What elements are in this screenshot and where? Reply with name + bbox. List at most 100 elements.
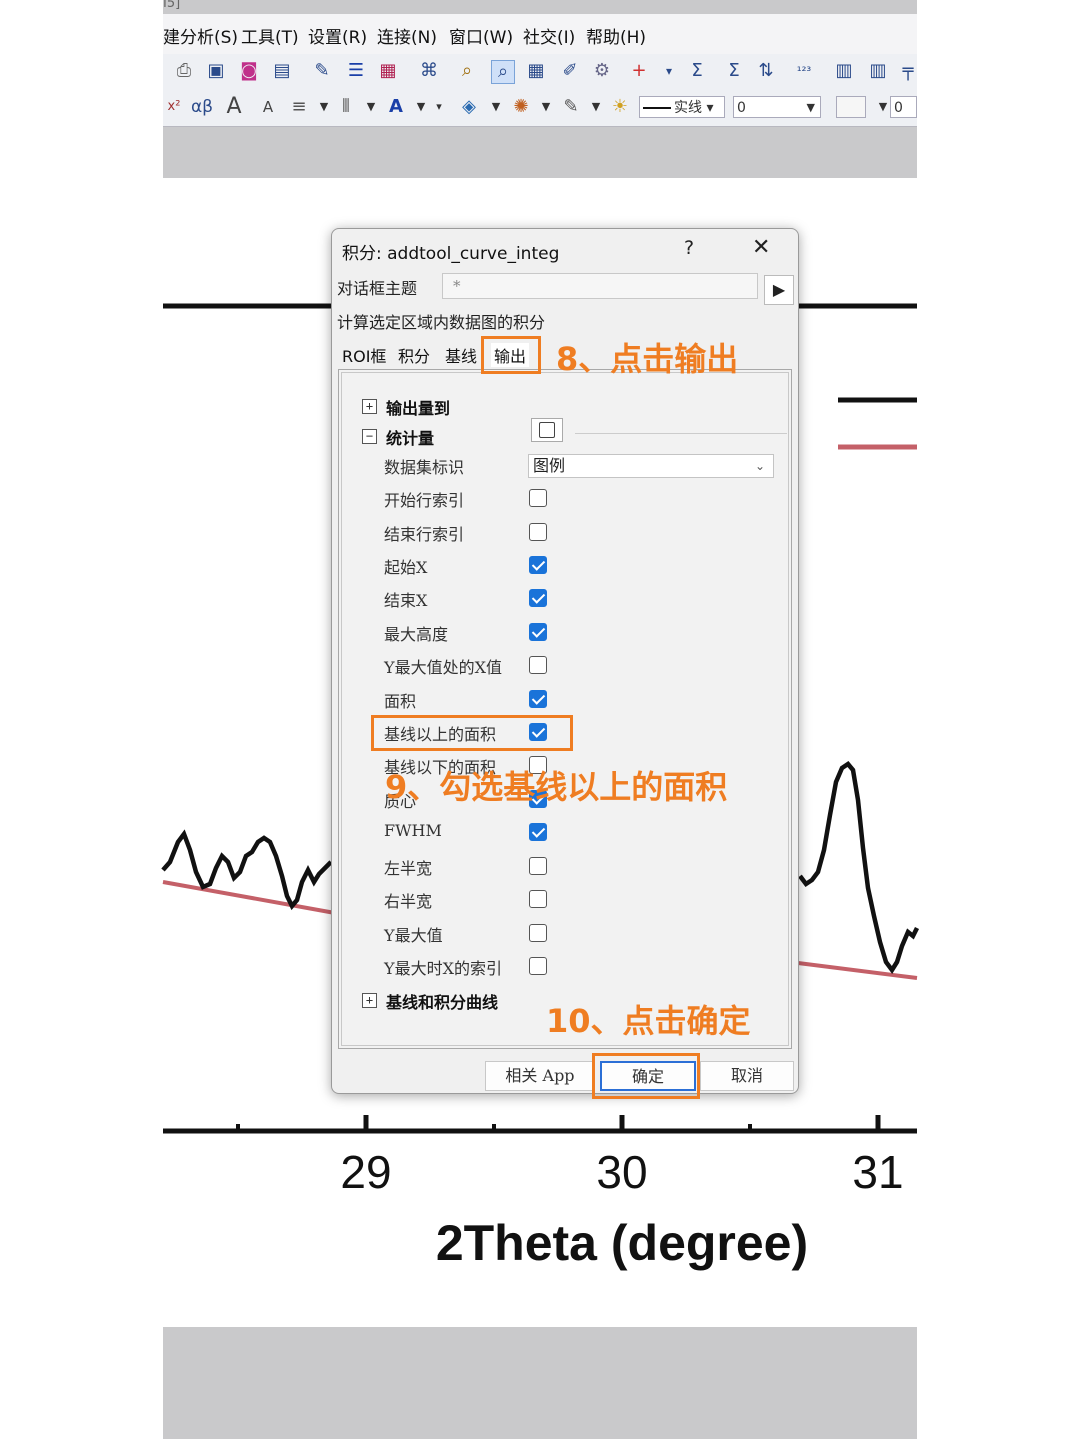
pen-icon[interactable]: ✎ bbox=[560, 96, 582, 118]
align-left-icon[interactable]: ≡ bbox=[288, 96, 310, 118]
font-color-icon[interactable]: A bbox=[385, 96, 407, 118]
play-icon: ▶ bbox=[772, 280, 786, 299]
column-chart-icon[interactable]: ▥ bbox=[867, 60, 889, 82]
row-label: Y最大值 bbox=[384, 926, 443, 945]
end-x-checkbox[interactable] bbox=[529, 589, 547, 607]
zoom-icon[interactable]: ⌕ bbox=[456, 60, 478, 82]
window-icon[interactable]: ▣ bbox=[205, 60, 227, 82]
notes-icon[interactable]: ✎ bbox=[311, 60, 333, 82]
tab-integrate[interactable]: 积分 bbox=[398, 343, 430, 367]
fwhm-checkbox[interactable] bbox=[529, 823, 547, 841]
pattern-icon[interactable]: ⦀ bbox=[335, 96, 357, 118]
menu-help[interactable]: 帮助(H) bbox=[586, 23, 646, 48]
chevron-down-icon[interactable]: ▼ bbox=[360, 96, 382, 118]
start-x-checkbox[interactable] bbox=[529, 556, 547, 574]
app-chrome-bottom bbox=[163, 1327, 917, 1439]
dataset-value: 图例 bbox=[533, 456, 566, 475]
menu-tools[interactable]: 工具(T) bbox=[241, 23, 299, 48]
greek-icon[interactable]: αβ bbox=[187, 96, 217, 118]
help-button[interactable]: ? bbox=[684, 237, 694, 259]
stats-toggle[interactable] bbox=[531, 418, 563, 442]
formula-icon[interactable]: ✐ bbox=[559, 60, 581, 82]
step10-annotation: 10、点击确定 bbox=[546, 1002, 751, 1040]
row-label: 结束行索引 bbox=[384, 525, 465, 544]
output-to-node[interactable]: 输出量到 bbox=[386, 395, 450, 419]
xrd-curve-right bbox=[798, 761, 920, 974]
layers-icon[interactable]: ☰ bbox=[345, 60, 367, 82]
chevron-down-icon[interactable]: ▾ bbox=[658, 60, 680, 82]
row-label: 面积 bbox=[384, 692, 417, 711]
dialog-title: 积分: addtool_curve_integ bbox=[342, 244, 560, 264]
theme-input[interactable]: * bbox=[442, 273, 758, 299]
related-app-button[interactable]: 相关 App bbox=[485, 1061, 595, 1091]
dataset-select[interactable]: 图例 ⌄ bbox=[528, 454, 774, 478]
collapse-icon[interactable]: − bbox=[362, 429, 377, 444]
line-width-value: 0 bbox=[737, 100, 746, 116]
left-half-width-checkbox[interactable] bbox=[529, 857, 547, 875]
row-label: 结束X bbox=[384, 591, 428, 610]
fill-color-icon[interactable]: ◈ bbox=[458, 96, 480, 118]
ymax-x-index-checkbox[interactable] bbox=[529, 957, 547, 975]
end-row-checkbox[interactable] bbox=[529, 523, 547, 541]
line-style-value: 实线 bbox=[674, 100, 702, 116]
font-smaller-icon[interactable]: A bbox=[257, 96, 279, 118]
curves-node[interactable]: 基线和积分曲线 bbox=[386, 989, 498, 1013]
hierarchy-icon[interactable]: ⌘ bbox=[418, 60, 440, 82]
numbering-icon[interactable]: ¹²³ bbox=[793, 60, 815, 82]
line-width-select[interactable]: 0 ▼ bbox=[733, 96, 821, 118]
film-icon[interactable]: ▤ bbox=[271, 60, 293, 82]
add-column-icon[interactable]: + bbox=[628, 60, 650, 82]
menu-connect[interactable]: 连接(N) bbox=[377, 23, 437, 48]
palette-icon[interactable]: ✺ bbox=[510, 96, 532, 118]
menu-settings[interactable]: 设置(R) bbox=[308, 23, 367, 48]
sort-icon[interactable]: ⇅ bbox=[755, 60, 777, 82]
boxplot-icon[interactable]: ╤ bbox=[897, 60, 917, 82]
toolbar-overflow-icon[interactable]: ▾ bbox=[428, 96, 450, 118]
light-icon[interactable]: ☀ bbox=[609, 96, 631, 118]
menu-analysis[interactable]: 建分析(S) bbox=[163, 23, 238, 48]
app-chrome-top: I5] 建分析(S) 工具(T) 设置(R) 连接(N) 窗口(W) 社交(I)… bbox=[163, 0, 917, 178]
row-label: 开始行索引 bbox=[384, 491, 465, 510]
menu-social[interactable]: 社交(I) bbox=[523, 23, 575, 48]
color-swatch[interactable] bbox=[836, 96, 866, 118]
step8-annotation: 8、点击输出 bbox=[556, 340, 739, 378]
print-icon[interactable]: ⎙ bbox=[173, 60, 195, 82]
expand-icon[interactable]: + bbox=[362, 399, 377, 414]
menu-window[interactable]: 窗口(W) bbox=[449, 23, 513, 48]
theme-menu-button[interactable]: ▶ bbox=[764, 275, 794, 305]
cancel-button[interactable]: 取消 bbox=[700, 1061, 794, 1091]
stats-node[interactable]: 统计量 bbox=[386, 425, 434, 449]
ymax-checkbox[interactable] bbox=[529, 924, 547, 942]
graph-icon[interactable]: ◙ bbox=[238, 60, 260, 82]
row-label: FWHM bbox=[384, 821, 442, 840]
toolbar-format: x² αβ A A ≡ ▼ ⦀ ▼ A ▼ ▾ ◈ ▼ ✺ ▼ ✎ ▼ ☀ 实线… bbox=[163, 90, 917, 127]
chevron-down-icon[interactable]: ▼ bbox=[313, 96, 335, 118]
start-row-checkbox[interactable] bbox=[529, 489, 547, 507]
bar-chart-icon[interactable]: ▥ bbox=[833, 60, 855, 82]
gear-icon[interactable]: ⚙ bbox=[591, 60, 613, 82]
right-half-width-checkbox[interactable] bbox=[529, 890, 547, 908]
sum-icon[interactable]: Σ bbox=[686, 60, 708, 82]
line-sample-icon bbox=[643, 107, 671, 109]
divider bbox=[575, 433, 787, 434]
toolbar-standard: ⎙ ▣ ◙ ▤ ✎ ☰ ▦ ⌘ ⌕ ⌕ ▦ ✐ ⚙ + ▾ Σ Σ ⇅ ¹²³ … bbox=[163, 54, 917, 90]
data-reader-icon[interactable]: ⌕ bbox=[491, 60, 515, 84]
tab-roi[interactable]: ROI框 bbox=[342, 343, 386, 367]
table-icon[interactable]: ▦ bbox=[525, 60, 547, 82]
chevron-down-icon[interactable]: ▼ bbox=[585, 96, 607, 118]
chevron-down-icon[interactable]: ▼ bbox=[485, 96, 507, 118]
max-height-checkbox[interactable] bbox=[529, 623, 547, 641]
size-select[interactable]: 0 bbox=[890, 96, 917, 118]
expand-icon[interactable]: + bbox=[362, 993, 377, 1008]
tab-baseline[interactable]: 基线 bbox=[445, 343, 477, 367]
font-larger-icon[interactable]: A bbox=[223, 96, 245, 118]
x-tick-label-29: 29 bbox=[340, 1146, 391, 1198]
superscript-icon[interactable]: x² bbox=[163, 96, 185, 118]
stats-icon[interactable]: Σ bbox=[723, 60, 745, 82]
chevron-down-icon[interactable]: ▼ bbox=[535, 96, 557, 118]
line-style-select[interactable]: 实线 ▾ bbox=[639, 96, 725, 118]
x-at-ymax-checkbox[interactable] bbox=[529, 656, 547, 674]
close-button[interactable]: ✕ bbox=[752, 235, 770, 260]
sheet-icon[interactable]: ▦ bbox=[377, 60, 399, 82]
area-checkbox[interactable] bbox=[529, 690, 547, 708]
